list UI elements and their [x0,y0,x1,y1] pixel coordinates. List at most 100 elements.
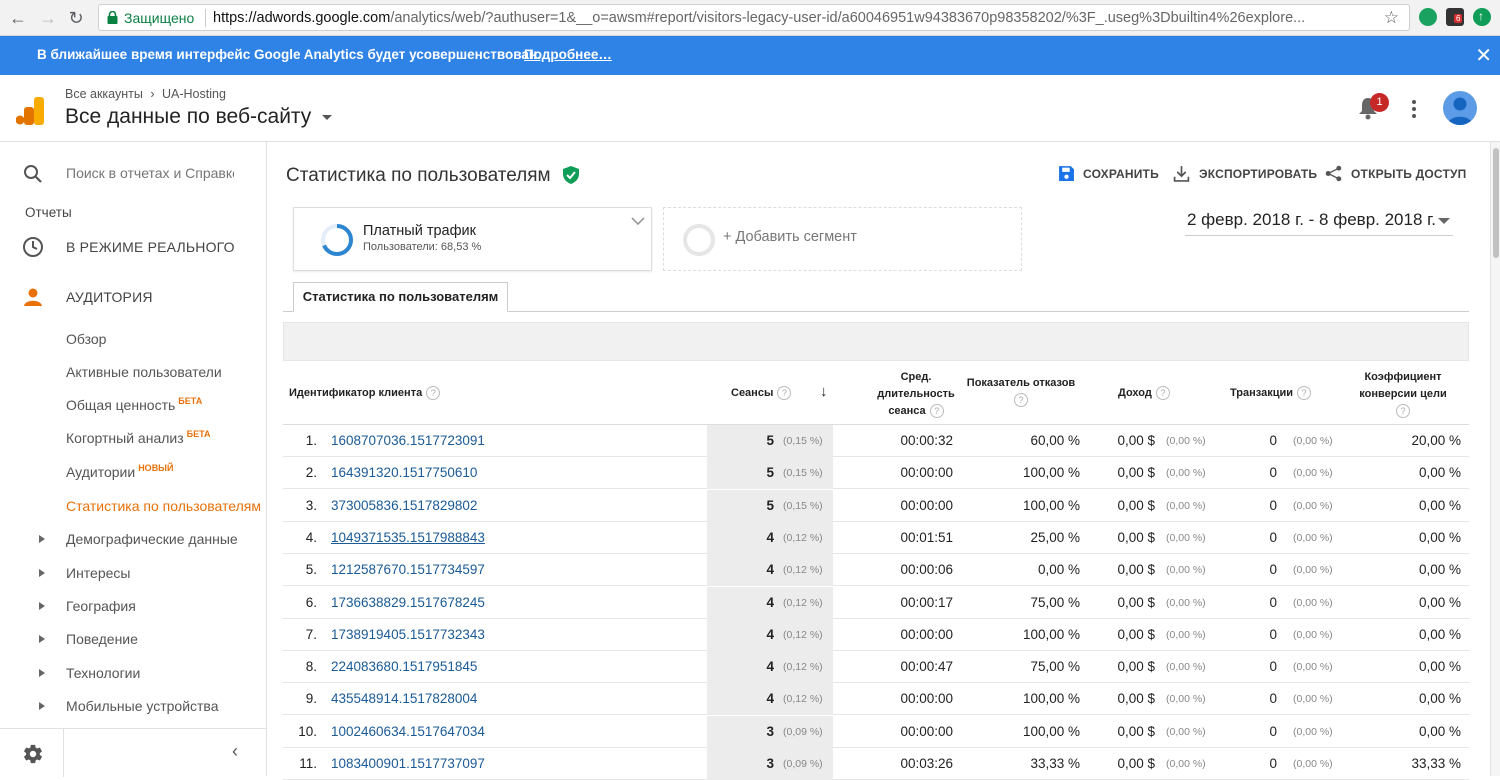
search-input[interactable] [66,163,234,183]
expand-arrow-icon[interactable] [39,635,45,643]
analytics-logo-icon[interactable] [16,97,44,125]
save-icon[interactable] [1058,165,1075,182]
bookmark-star-icon[interactable]: ☆ [1384,8,1399,28]
client-id-link[interactable]: 1608707036.1517723091 [331,433,485,448]
chevron-down-icon[interactable] [1438,218,1450,224]
expand-arrow-icon[interactable] [39,702,45,710]
sessions-value: 4 [766,562,774,577]
help-icon[interactable]: ? [929,404,944,419]
sidebar-item-user-explorer[interactable]: Статистика по пользователям [66,498,261,514]
client-id-link[interactable]: 224083680.1517951845 [331,659,477,674]
segment-card[interactable]: Платный трафик Пользователи: 68,53 % [293,207,652,271]
sidebar-group-interests[interactable]: Интересы [66,565,130,581]
sessions-value: 5 [766,433,774,448]
table-header: Идентификатор клиента? Сеансы? ↓ Сред. д… [283,361,1469,425]
sidebar-item-label: Статистика по пользователям [66,498,261,514]
address-bar[interactable]: Защищено https://adwords.google.com/anal… [98,4,1410,31]
client-id-link[interactable]: 1212587670.1517734597 [331,562,485,577]
add-segment-card[interactable]: + Добавить сегмент [663,207,1022,271]
chevron-down-icon[interactable] [630,216,646,226]
grammarly-extension-icon[interactable] [1419,8,1437,26]
property-selector[interactable]: Все данные по веб-сайту [65,105,311,129]
sidebar-group-technology[interactable]: Технологии [66,665,140,681]
col-avg-duration[interactable]: Сред. длительность сеанса? [852,369,980,420]
sidebar-item-lifetime-value[interactable]: Общая ценность БЕТА [66,396,202,413]
sidebar-footer: ‹ [0,728,266,777]
banner-more-link[interactable]: Подробнее… [524,47,612,62]
save-button[interactable]: СОХРАНИТЬ [1083,167,1159,181]
banner-close-icon[interactable]: ✕ [1475,43,1492,68]
add-segment-button[interactable]: + Добавить сегмент [723,229,857,245]
client-id-link[interactable]: 435548914.1517828004 [331,691,477,706]
col-conversion[interactable]: Коэффициент конверсии цели ? [1349,369,1457,420]
col-label-line: Сред. [900,371,932,383]
client-id-link[interactable]: 164391320.1517750610 [331,465,477,480]
scrollbar[interactable] [1490,142,1500,776]
search-icon [24,165,42,183]
client-id-link[interactable]: 373005836.1517829802 [331,498,477,513]
gear-icon[interactable] [22,743,44,765]
help-icon[interactable]: ? [1155,386,1170,401]
sessions-percent: (0,09 %) [783,726,823,738]
sidebar-group-mobile[interactable]: Мобильные устройства [66,698,219,714]
forward-icon[interactable]: → [38,8,58,28]
export-icon[interactable] [1173,165,1190,182]
sessions-percent: (0,15 %) [783,435,823,447]
conversion-rate-value: 0,00 % [1418,724,1461,739]
breadcrumb[interactable]: Все аккаунты › UA-Hosting [65,87,226,101]
url-text[interactable]: https://adwords.google.com/analytics/web… [213,10,1373,26]
row-index: 7. [305,627,317,642]
share-icon[interactable] [1325,165,1342,182]
table-row: 7. 1738919405.1517732343 4 (0,12 %) 00:00:00… [283,619,1469,651]
back-icon[interactable]: ← [8,8,28,28]
expand-arrow-icon[interactable] [39,569,45,577]
app-header: Все аккаунты › UA-Hosting Все данные по … [0,75,1500,142]
sidebar-item-audience[interactable]: АУДИТОРИЯ [0,277,266,317]
help-icon[interactable]: ? [1396,404,1410,419]
export-button[interactable]: ЭКСПОРТИРОВАТЬ [1199,167,1317,181]
share-button[interactable]: ОТКРЫТЬ ДОСТУП [1351,167,1467,181]
update-icon[interactable]: ↑ [1473,8,1491,26]
revenue-value: 0,00 $ [1117,433,1155,448]
help-icon[interactable]: ? [1297,386,1312,401]
client-id-link[interactable]: 1002460634.1517647034 [331,724,485,739]
sidebar-group-geo[interactable]: География [66,598,136,614]
chevron-down-icon[interactable] [322,115,332,120]
sidebar-item-overview[interactable]: Обзор [66,331,106,347]
expand-arrow-icon[interactable] [39,602,45,610]
col-bounce[interactable]: Показатель отказов ? [966,375,1076,409]
col-client-id[interactable]: Идентификатор клиента? [289,385,441,402]
transactions-percent: (0,00 %) [1293,500,1333,512]
client-id-link[interactable]: 1049371535.1517988843 [331,530,485,545]
sidebar-group-behavior[interactable]: Поведение [66,631,138,647]
expand-arrow-icon[interactable] [39,535,45,543]
avatar[interactable] [1443,91,1477,125]
collapse-sidebar-icon[interactable]: ‹ [232,741,238,762]
breadcrumb-account[interactable]: UA-Hosting [162,87,226,101]
date-range-picker[interactable]: 2 февр. 2018 г. - 8 февр. 2018 г. [1187,210,1436,230]
client-id-link[interactable]: 1083400901.1517737097 [331,756,485,771]
scrollbar-thumb[interactable] [1493,148,1499,258]
col-sessions[interactable]: Сеансы? [731,385,792,402]
extension-icon[interactable]: 6 [1446,8,1464,26]
breadcrumb-root[interactable]: Все аккаунты [65,87,143,101]
help-icon[interactable]: ? [426,386,441,401]
client-id-link[interactable]: 1738919405.1517732343 [331,627,485,642]
sort-desc-icon[interactable]: ↓ [820,383,828,400]
sidebar-item-cohort[interactable]: Когортный анализ БЕТА [66,429,211,446]
sidebar-group-demographics[interactable]: Демографические данные [66,531,238,547]
reports-heading: Отчеты [25,205,72,220]
sidebar-item-realtime[interactable]: В РЕЖИМЕ РЕАЛЬНОГО [0,227,266,267]
col-transactions[interactable]: Транзакции? [1230,385,1312,402]
client-id-link[interactable]: 1736638829.1517678245 [331,595,485,610]
avg-duration-value: 00:00:00 [900,627,953,642]
more-vert-icon[interactable] [1406,97,1422,121]
sidebar-item-active-users[interactable]: Активные пользователи [66,364,222,380]
help-icon[interactable]: ? [777,386,792,401]
help-icon[interactable]: ? [1014,393,1028,408]
sidebar-item-audiences[interactable]: Аудитории НОВЫЙ [66,463,173,480]
reload-icon[interactable]: ↻ [66,8,86,28]
col-revenue[interactable]: Доход? [1118,385,1170,402]
tab-user-explorer[interactable]: Статистика по пользователям [293,282,508,312]
expand-arrow-icon[interactable] [39,669,45,677]
